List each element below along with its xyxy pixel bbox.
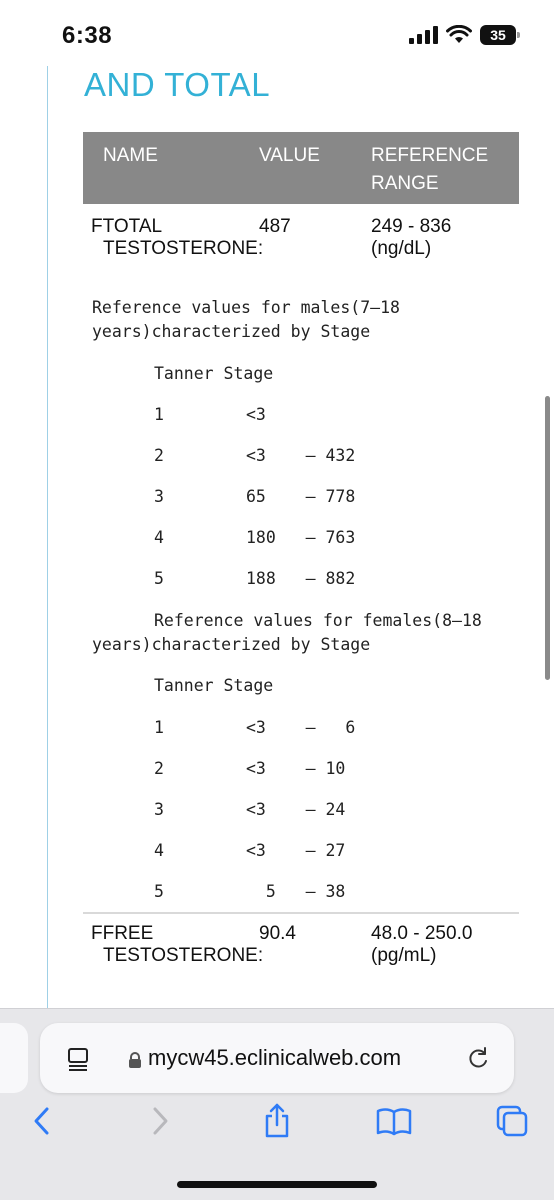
total-testosterone-value: 487 bbox=[259, 216, 291, 237]
free-testosterone-value: 90.4 bbox=[259, 923, 296, 944]
free-testosterone-name: FFREE TESTOSTERONE: bbox=[91, 923, 264, 967]
status-bar: 6:38 35 bbox=[0, 0, 554, 66]
url-text[interactable]: mycw45.eclinicalweb.com bbox=[148, 1045, 401, 1071]
web-content[interactable]: AND TOTAL NAME VALUE REFERENCE RANGE FTO… bbox=[0, 66, 554, 1010]
males-tanner-heading: Tanner Stage bbox=[154, 364, 274, 383]
females-stage-5: 5 bbox=[154, 882, 164, 901]
total-testosterone-name: FTOTAL TESTOSTERONE: bbox=[91, 216, 264, 260]
females-range-5: 5 – 38 bbox=[246, 882, 346, 901]
males-range-3: 65 – 778 bbox=[246, 487, 356, 506]
males-stage-3: 3 bbox=[154, 487, 164, 506]
cellular-signal-icon bbox=[409, 26, 438, 44]
column-header-value: VALUE bbox=[259, 145, 320, 166]
females-range-2: <3 – 10 bbox=[246, 759, 346, 778]
forward-icon[interactable] bbox=[149, 1106, 171, 1136]
lock-icon bbox=[129, 1052, 141, 1068]
males-range-1: <3 bbox=[246, 405, 266, 424]
browser-bottom-bar: mycw45.eclinicalweb.com bbox=[0, 1008, 554, 1200]
males-stage-4: 4 bbox=[154, 528, 164, 547]
males-range-5: 188 – 882 bbox=[246, 569, 356, 588]
section-title: AND TOTAL bbox=[84, 66, 271, 103]
tabs-button[interactable] bbox=[492, 1101, 532, 1141]
free-testosterone-range: 48.0 - 250.0 (pg/mL) bbox=[371, 923, 473, 966]
status-icons: 35 bbox=[408, 25, 520, 45]
tabs-icon[interactable] bbox=[496, 1105, 528, 1137]
females-range-1: <3 – 6 bbox=[246, 718, 356, 737]
bookmarks-button[interactable] bbox=[374, 1101, 414, 1141]
share-icon[interactable] bbox=[262, 1103, 292, 1139]
females-stage-1: 1 bbox=[154, 718, 164, 737]
females-reference-note-line1: Reference values for females(8–18 bbox=[154, 611, 482, 630]
address-bar[interactable]: mycw45.eclinicalweb.com bbox=[40, 1023, 514, 1093]
back-icon[interactable] bbox=[31, 1106, 53, 1136]
test-name-line1: FTOTAL bbox=[91, 216, 163, 237]
males-range-2: <3 – 432 bbox=[246, 446, 356, 465]
females-stage-3: 3 bbox=[154, 800, 164, 819]
previous-tab-preview[interactable] bbox=[0, 1023, 28, 1093]
bookmarks-icon[interactable] bbox=[376, 1106, 412, 1136]
share-button[interactable] bbox=[257, 1101, 297, 1141]
females-range-4: <3 – 27 bbox=[246, 841, 346, 860]
males-range-4: 180 – 763 bbox=[246, 528, 356, 547]
wifi-icon bbox=[446, 25, 472, 43]
back-button[interactable] bbox=[22, 1101, 62, 1141]
test-name-line1: FFREE bbox=[91, 923, 154, 944]
test-name-line2: TESTOSTERONE: bbox=[103, 945, 264, 966]
battery-indicator: 35 bbox=[480, 25, 520, 45]
males-stage-1: 1 bbox=[154, 405, 164, 424]
reload-icon[interactable] bbox=[466, 1045, 490, 1071]
column-header-reference: REFERENCE RANGE bbox=[371, 145, 489, 194]
males-stage-5: 5 bbox=[154, 569, 164, 588]
females-stage-2: 2 bbox=[154, 759, 164, 778]
home-indicator[interactable] bbox=[177, 1181, 377, 1188]
status-time: 6:38 bbox=[62, 22, 113, 49]
total-testosterone-range: 249 - 836 (ng/dL) bbox=[371, 216, 452, 259]
females-tanner-heading: Tanner Stage bbox=[154, 676, 274, 695]
males-stage-2: 2 bbox=[154, 446, 164, 465]
row-divider bbox=[83, 912, 519, 914]
content-left-border bbox=[47, 66, 48, 1010]
test-name-line2: TESTOSTERONE: bbox=[103, 238, 264, 259]
males-reference-note-line1: Reference values for males(7–18 bbox=[92, 298, 400, 317]
females-reference-note-line2: years)characterized by Stage bbox=[92, 635, 371, 654]
females-range-3: <3 – 24 bbox=[246, 800, 346, 819]
page-menu-icon[interactable] bbox=[66, 1047, 90, 1071]
males-reference-note-line2: years)characterized by Stage bbox=[92, 322, 371, 341]
browser-toolbar bbox=[0, 1101, 554, 1161]
column-header-name: NAME bbox=[103, 145, 158, 166]
forward-button[interactable] bbox=[140, 1101, 180, 1141]
results-table-header: NAME VALUE REFERENCE RANGE bbox=[83, 132, 519, 204]
females-stage-4: 4 bbox=[154, 841, 164, 860]
scroll-indicator[interactable] bbox=[545, 396, 550, 680]
